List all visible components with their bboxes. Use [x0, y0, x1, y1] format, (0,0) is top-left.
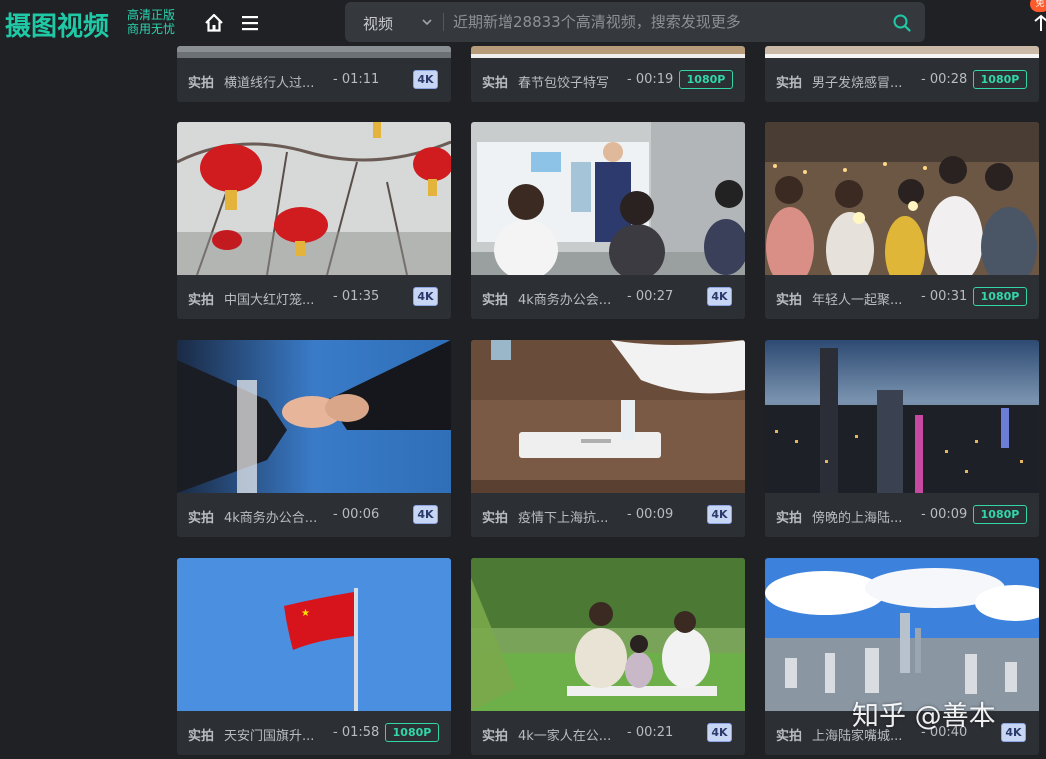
site-logo[interactable]: 摄图视频 [5, 6, 109, 43]
video-tag: 实拍 [188, 511, 215, 526]
video-tag: 实拍 [188, 76, 215, 91]
video-card[interactable]: 实拍 4k商务办公合... - 00:06 4K [177, 340, 451, 537]
quality-badge: 4K [707, 287, 732, 306]
video-duration: - 01:35 [333, 289, 380, 304]
video-duration: - 01:58 [333, 725, 380, 740]
video-info: 实拍 疫情下上海抗... - 00:09 4K [471, 493, 745, 537]
video-tag: 实拍 [482, 511, 509, 526]
video-title[interactable]: 天安门国旗升... [224, 725, 324, 744]
video-info: 实拍 横道线行人过... - 01:11 4K [177, 58, 451, 102]
video-card[interactable]: 实拍 4k一家人在公... - 00:21 4K [471, 558, 745, 755]
quality-badge: 1080P [679, 70, 733, 89]
video-tag: 实拍 [482, 293, 509, 308]
video-info: 实拍 傍晚的上海陆... - 00:09 1080P [765, 493, 1039, 537]
video-tag: 实拍 [188, 729, 215, 744]
video-card[interactable]: ★ 实拍 天安门国旗升... - 01:58 1080P [177, 558, 451, 755]
video-tag: 实拍 [776, 511, 803, 526]
video-duration: - 01:11 [333, 72, 380, 87]
video-tag: 实拍 [776, 76, 803, 91]
slogan-line-1: 高清正版 [127, 8, 176, 22]
video-grid: 实拍 横道线行人过... - 01:11 4K 实拍 春节包饺子特写 - 00:… [177, 0, 1046, 759]
slogan: 高清正版 商用无忧 [127, 8, 175, 36]
video-title[interactable]: 横道线行人过... [224, 72, 324, 91]
video-card[interactable]: 实拍 傍晚的上海陆... - 00:09 1080P [765, 340, 1039, 537]
quality-badge: 1080P [973, 505, 1027, 524]
video-duration: - 00:28 [921, 72, 968, 87]
video-tag: 实拍 [776, 729, 803, 744]
slogan-line-2: 商用无忧 [127, 22, 176, 36]
quality-badge: 4K [707, 723, 732, 742]
video-thumbnail[interactable] [765, 340, 1039, 493]
video-thumbnail[interactable] [177, 46, 451, 58]
video-title[interactable]: 傍晚的上海陆... [812, 507, 912, 526]
video-info: 实拍 春节包饺子特写 - 00:19 1080P [471, 58, 745, 102]
video-card[interactable]: 实拍 横道线行人过... - 01:11 4K [177, 46, 451, 102]
video-title[interactable]: 4k一家人在公... [518, 725, 618, 744]
video-card[interactable]: 实拍 疫情下上海抗... - 00:09 4K [471, 340, 745, 537]
quality-badge: 4K [413, 70, 438, 89]
video-thumbnail[interactable] [765, 558, 1039, 711]
quality-badge: 4K [413, 287, 438, 306]
video-title[interactable]: 春节包饺子特写 [518, 72, 618, 91]
quality-badge: 1080P [385, 723, 439, 742]
video-card[interactable]: 实拍 年轻人一起聚... - 00:31 1080P [765, 122, 1039, 319]
video-thumbnail[interactable] [471, 46, 745, 58]
video-title[interactable]: 年轻人一起聚... [812, 289, 912, 308]
video-tag: 实拍 [482, 76, 509, 91]
video-title[interactable]: 4k商务办公合... [224, 507, 324, 526]
video-thumbnail[interactable] [765, 122, 1039, 275]
video-duration: - 00:21 [627, 725, 674, 740]
video-card[interactable]: 实拍 春节包饺子特写 - 00:19 1080P [471, 46, 745, 102]
video-card[interactable]: 实拍 中国大红灯笼... - 01:35 4K [177, 122, 451, 319]
video-thumbnail[interactable] [471, 558, 745, 711]
video-duration: - 00:27 [627, 289, 674, 304]
video-info: 实拍 天安门国旗升... - 01:58 1080P [177, 711, 451, 755]
video-thumbnail[interactable] [177, 122, 451, 275]
video-thumbnail[interactable] [471, 340, 745, 493]
quality-badge: 4K [707, 505, 732, 524]
video-duration: - 00:09 [627, 507, 674, 522]
video-duration: - 00:19 [627, 72, 674, 87]
svg-text:★: ★ [301, 608, 310, 619]
video-info: 实拍 4k一家人在公... - 00:21 4K [471, 711, 745, 755]
video-card[interactable]: 实拍 男子发烧感冒... - 00:28 1080P [765, 46, 1039, 102]
video-duration: - 00:31 [921, 289, 968, 304]
quality-badge: 1080P [973, 287, 1027, 306]
video-thumbnail[interactable]: ★ [177, 558, 451, 711]
video-tag: 实拍 [188, 293, 215, 308]
video-duration: - 00:06 [333, 507, 380, 522]
video-thumbnail[interactable] [471, 122, 745, 275]
video-title[interactable]: 4k商务办公会... [518, 289, 618, 308]
video-tag: 实拍 [482, 729, 509, 744]
video-title[interactable]: 疫情下上海抗... [518, 507, 618, 526]
video-card[interactable]: 实拍 4k商务办公会... - 00:27 4K [471, 122, 745, 319]
video-info: 实拍 4k商务办公合... - 00:06 4K [177, 493, 451, 537]
video-tag: 实拍 [776, 293, 803, 308]
video-duration: - 00:09 [921, 507, 968, 522]
video-info: 实拍 男子发烧感冒... - 00:28 1080P [765, 58, 1039, 102]
video-info: 实拍 4k商务办公会... - 00:27 4K [471, 275, 745, 319]
video-title[interactable]: 男子发烧感冒... [812, 72, 912, 91]
quality-badge: 4K [413, 505, 438, 524]
video-info: 实拍 年轻人一起聚... - 00:31 1080P [765, 275, 1039, 319]
quality-badge: 4K [1001, 723, 1026, 742]
video-thumbnail[interactable] [177, 340, 451, 493]
video-title[interactable]: 中国大红灯笼... [224, 289, 324, 308]
quality-badge: 1080P [973, 70, 1027, 89]
watermark: 知乎 @善本 [852, 701, 996, 732]
video-info: 实拍 中国大红灯笼... - 01:35 4K [177, 275, 451, 319]
video-thumbnail[interactable] [765, 46, 1039, 58]
